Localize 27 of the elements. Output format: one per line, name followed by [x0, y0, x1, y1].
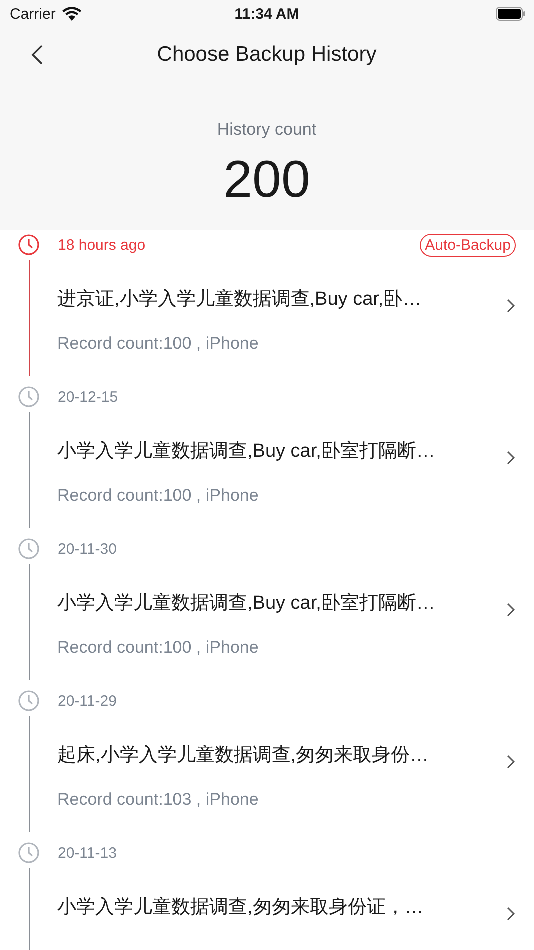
record-count: Record count:100 , iPhone — [58, 334, 260, 354]
record-count: Record count:103 , iPhone — [58, 790, 260, 810]
backup-date: 20-11-30 — [58, 540, 117, 558]
backup-date: 20-11-13 — [58, 844, 117, 862]
backup-title[interactable]: 小学入学儿童数据调查,匆匆来取身份证，… — [58, 894, 424, 920]
history-count: 200 — [224, 150, 310, 210]
status-time: 11:34 AM — [234, 6, 300, 22]
record-count: Record count:100 , iPhone — [58, 486, 260, 506]
screen-title: Choose Backup History — [157, 43, 377, 67]
chevron-icon[interactable] — [506, 754, 516, 770]
chevron-icon[interactable] — [506, 906, 516, 922]
backup-title[interactable]: 起床,小学入学儿童数据调查,匆匆来取身份… — [58, 742, 430, 768]
backup-title[interactable]: 进京证,小学入学儿童数据调查,Buy car,卧… — [58, 286, 422, 312]
backup-date: 18 hours ago — [58, 236, 146, 254]
wifi-icon — [62, 7, 82, 21]
history-count-label: History count — [217, 120, 317, 140]
chevron-icon[interactable] — [506, 450, 516, 466]
carrier-label: Carrier — [10, 6, 56, 22]
battery-icon — [496, 7, 526, 21]
backup-date: 20-12-15 — [58, 388, 118, 406]
auto-backup-badge: Auto-Backup — [420, 234, 516, 256]
backup-date: 20-11-29 — [58, 692, 117, 710]
chevron-icon[interactable] — [506, 298, 516, 314]
chevron-icon[interactable] — [506, 602, 516, 618]
backup-title[interactable]: 小学入学儿童数据调查,Buy car,卧室打隔断… — [58, 590, 436, 616]
backup-title[interactable]: 小学入学儿童数据调查,Buy car,卧室打隔断… — [58, 438, 436, 464]
record-count: Record count:100 , iPhone — [58, 638, 260, 658]
